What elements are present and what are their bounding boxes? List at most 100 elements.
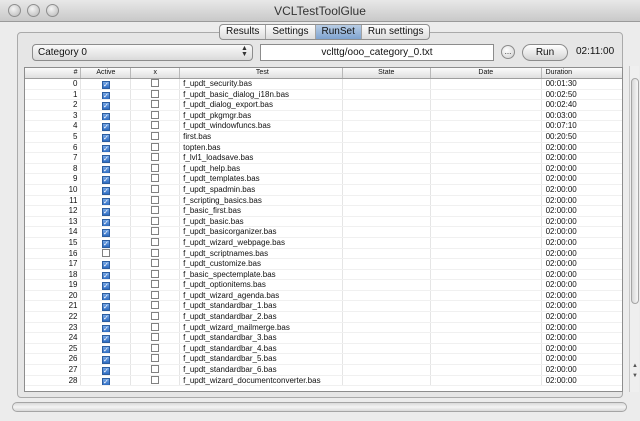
table-row[interactable]: 14 ✓ f_updt_basicorganizer.bas 02:00:00 [25, 227, 622, 238]
scroll-up-icon[interactable]: ▲ [630, 362, 640, 372]
active-checkbox[interactable]: ✓ [101, 186, 110, 195]
table-scrollbar[interactable]: ▲ ▼ [629, 66, 639, 392]
active-checkbox[interactable]: ✓ [101, 133, 110, 142]
active-checkbox[interactable]: ✓ [101, 208, 110, 216]
scrollbar-thumb[interactable] [631, 78, 639, 304]
x-checkbox[interactable] [151, 131, 160, 140]
x-checkbox[interactable] [151, 100, 160, 109]
active-checkbox[interactable]: ✓ [101, 197, 110, 206]
active-checkbox[interactable]: ✓ [101, 229, 110, 237]
x-checkbox[interactable] [151, 79, 160, 87]
active-checkbox[interactable]: ✓ [101, 155, 110, 163]
active-checkbox[interactable]: ✓ [101, 261, 110, 269]
table-row[interactable]: 4 ✓ f_updt_windowfuncs.bas 00:07:10 [25, 121, 622, 132]
x-checkbox[interactable] [151, 290, 160, 299]
table-row[interactable]: 7 ✓ f_lvl1_loadsave.bas 02:00:00 [25, 153, 622, 164]
table-row[interactable]: 11 ✓ f_scripting_basics.bas 02:00:00 [25, 195, 622, 207]
x-checkbox[interactable] [151, 259, 160, 268]
active-checkbox[interactable]: ✓ [101, 345, 110, 354]
x-checkbox[interactable] [151, 354, 160, 363]
table-row[interactable]: 10 ✓ f_updt_spadmin.bas 02:00:00 [25, 184, 622, 196]
active-checkbox[interactable]: ✓ [101, 314, 110, 322]
active-checkbox[interactable]: ✓ [101, 324, 110, 333]
active-checkbox[interactable]: ✓ [101, 91, 110, 100]
table-row[interactable]: 8 ✓ f_updt_help.bas 02:00:00 [25, 163, 622, 175]
table-row[interactable]: 0 ✓ f_updt_security.bas 00:01:30 [25, 79, 622, 90]
table-row[interactable]: 22 ✓ f_updt_standardbar_2.bas 02:00:00 [25, 312, 622, 323]
table-row[interactable]: 16 f_updt_scriptnames.bas 02:00:00 [25, 248, 622, 260]
active-checkbox[interactable]: ✓ [101, 165, 110, 174]
x-checkbox[interactable] [151, 174, 160, 183]
scroll-down-icon[interactable]: ▼ [630, 372, 640, 382]
table-row[interactable]: 3 ✓ f_updt_pkgmgr.bas 00:03:00 [25, 110, 622, 122]
active-checkbox[interactable]: ✓ [101, 271, 110, 280]
table-row[interactable]: 15 ✓ f_updt_wizard_webpage.bas 02:00:00 [25, 237, 622, 249]
tab-results[interactable]: Results [220, 25, 267, 39]
table-row[interactable]: 28 ✓ f_updt_wizard_documentconverter.bas 02… [25, 375, 622, 387]
table-row[interactable]: 17 ✓ f_updt_customize.bas 02:00:00 [25, 259, 622, 270]
x-checkbox[interactable] [151, 312, 160, 321]
tab-settings[interactable]: Settings [266, 25, 316, 39]
x-checkbox[interactable] [151, 322, 160, 331]
column-header-number[interactable]: # [25, 68, 82, 78]
active-checkbox[interactable]: ✓ [101, 377, 110, 386]
table-row[interactable]: 9 ✓ f_updt_templates.bas 02:00:00 [25, 174, 622, 185]
active-checkbox[interactable]: ✓ [101, 282, 110, 290]
table-row[interactable]: 13 ✓ f_updt_basic.bas 02:00:00 [25, 216, 622, 228]
x-checkbox[interactable] [151, 110, 160, 119]
category-select[interactable]: Category 0 ▲ ▼ [32, 44, 253, 61]
active-checkbox[interactable]: ✓ [101, 144, 110, 153]
table-row[interactable]: 26 ✓ f_updt_standardbar_5.bas 02:00:00 [25, 354, 622, 366]
x-checkbox[interactable] [151, 227, 160, 236]
x-checkbox[interactable] [151, 163, 160, 172]
column-header-active[interactable]: Active [81, 68, 132, 78]
column-header-x[interactable]: x [131, 68, 181, 78]
active-checkbox[interactable]: ✓ [101, 303, 110, 312]
active-checkbox[interactable]: ✓ [101, 335, 110, 343]
x-checkbox[interactable] [151, 365, 160, 374]
x-checkbox[interactable] [151, 333, 160, 342]
x-checkbox[interactable] [151, 142, 160, 151]
tab-run-settings[interactable]: Run settings [362, 25, 430, 39]
table-row[interactable]: 25 ✓ f_updt_standardbar_4.bas 02:00:00 [25, 343, 622, 355]
x-checkbox[interactable] [151, 237, 160, 246]
active-checkbox[interactable]: ✓ [101, 356, 110, 365]
x-checkbox[interactable] [151, 89, 160, 98]
table-row[interactable]: 24 ✓ f_updt_standardbar_3.bas 02:00:00 [25, 333, 622, 344]
column-header-duration[interactable]: Duration [542, 68, 622, 78]
table-row[interactable]: 19 ✓ f_updt_optionitems.bas 02:00:00 [25, 280, 622, 291]
table-row[interactable]: 5 ✓ first.bas 00:20:50 [25, 131, 622, 143]
column-header-test[interactable]: Test [180, 68, 343, 78]
x-checkbox[interactable] [151, 121, 160, 130]
table-row[interactable]: 2 ✓ f_updt_dialog_export.bas 00:02:40 [25, 100, 622, 111]
table-row[interactable]: 20 ✓ f_updt_wizard_agenda.bas 02:00:00 [25, 290, 622, 302]
active-checkbox[interactable] [101, 248, 110, 257]
active-checkbox[interactable]: ✓ [101, 292, 110, 301]
x-checkbox[interactable] [151, 206, 160, 215]
tab-runset[interactable]: RunSet [315, 25, 362, 39]
table-row[interactable]: 23 ✓ f_updt_wizard_mailmerge.bas 02:00:00 [25, 322, 622, 334]
active-checkbox[interactable]: ✓ [101, 123, 110, 131]
active-checkbox[interactable]: ✓ [101, 81, 110, 89]
test-list-path-field[interactable]: vclttg/ooo_category_0.txt [260, 44, 494, 61]
table-row[interactable]: 27 ✓ f_updt_standardbar_6.bas 02:00:00 [25, 365, 622, 376]
column-header-state[interactable]: State [343, 68, 431, 78]
x-checkbox[interactable] [151, 216, 160, 225]
browse-button[interactable]: ... [501, 45, 515, 59]
x-checkbox[interactable] [151, 375, 160, 384]
x-checkbox[interactable] [151, 195, 160, 204]
x-checkbox[interactable] [151, 184, 160, 193]
x-checkbox[interactable] [151, 343, 160, 352]
x-checkbox[interactable] [151, 269, 160, 278]
run-button[interactable]: Run [522, 44, 568, 61]
table-row[interactable]: 18 ✓ f_basic_spectemplate.bas 02:00:00 [25, 269, 622, 281]
table-row[interactable]: 12 ✓ f_basic_first.bas 02:00:00 [25, 206, 622, 217]
x-checkbox[interactable] [151, 153, 160, 162]
active-checkbox[interactable]: ✓ [101, 176, 110, 184]
active-checkbox[interactable]: ✓ [101, 239, 110, 248]
table-row[interactable]: 1 ✓ f_updt_basic_dialog_i18n.bas 00:02:50 [25, 89, 622, 101]
x-checkbox[interactable] [151, 248, 160, 257]
active-checkbox[interactable]: ✓ [101, 102, 110, 110]
table-row[interactable]: 6 ✓ topten.bas 02:00:00 [25, 142, 622, 154]
table-row[interactable]: 21 ✓ f_updt_standardbar_1.bas 02:00:00 [25, 301, 622, 313]
